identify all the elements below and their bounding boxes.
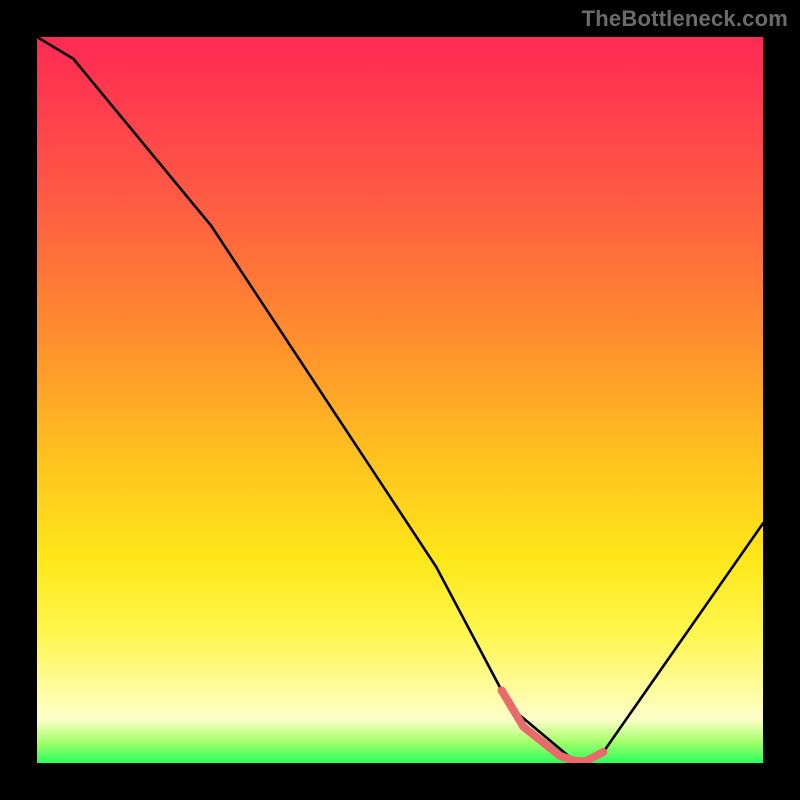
bottleneck-line	[37, 37, 763, 762]
watermark-text: TheBottleneck.com	[582, 6, 788, 32]
plot-area	[37, 37, 763, 763]
valley-highlight	[502, 690, 604, 761]
curve-layer	[37, 37, 763, 763]
chart-container: TheBottleneck.com	[0, 0, 800, 800]
